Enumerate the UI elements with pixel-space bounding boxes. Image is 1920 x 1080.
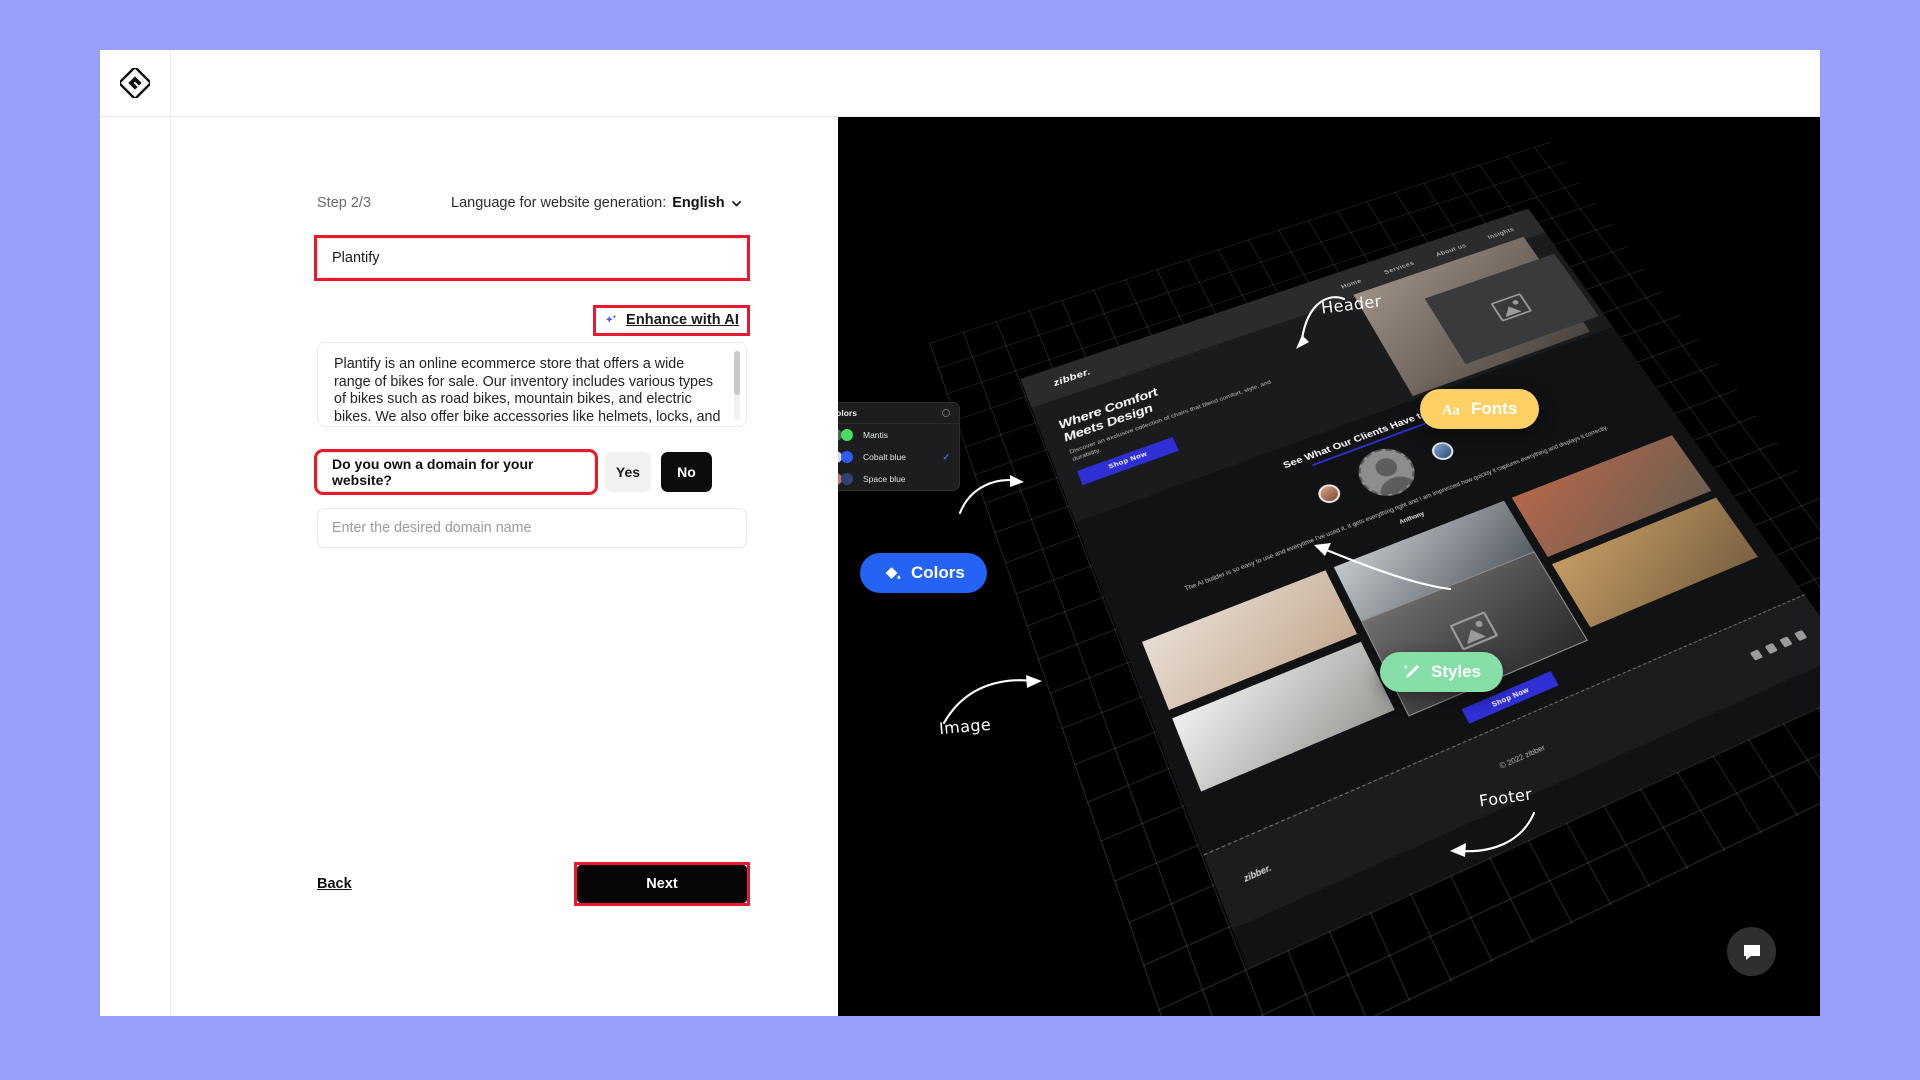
chevron-down-icon — [731, 200, 741, 206]
color-swatch — [838, 429, 854, 441]
colors-popup-title: Colors — [838, 408, 857, 418]
avatar — [1349, 441, 1425, 504]
site-name-input[interactable] — [317, 238, 747, 278]
step-label: Step 2/3 — [317, 195, 372, 211]
domain-name-input[interactable] — [317, 508, 747, 548]
chat-button[interactable] — [1727, 927, 1776, 976]
color-option-label: Cobalt blue — [863, 452, 907, 462]
preview-panel: zibber. Home Services About us Insights … — [838, 117, 1820, 1016]
step-row: Step 2/3 Language for website generation… — [317, 193, 747, 213]
language-value: English — [672, 195, 725, 211]
mockup-footer-brand: zibber. — [1242, 864, 1273, 885]
fonts-pill-button[interactable]: Aa Fonts — [1420, 389, 1540, 429]
nav-item-services[interactable]: Services — [1382, 259, 1415, 275]
domain-yes-button[interactable]: Yes — [605, 452, 651, 492]
form-panel: Step 2/3 Language for website generation… — [171, 117, 838, 1016]
magic-pen-icon — [1403, 664, 1420, 678]
close-dot-icon[interactable] — [942, 409, 950, 417]
youtube-icon[interactable] — [1793, 629, 1807, 641]
domain-no-button[interactable]: No — [661, 452, 712, 492]
styles-pill-label: Styles — [1431, 662, 1482, 681]
color-swatch — [838, 473, 854, 485]
next-button-highlight: Next — [574, 862, 750, 906]
nav-item-insights[interactable]: Insights — [1486, 226, 1516, 240]
color-option-label: Mantis — [863, 430, 889, 440]
description-field[interactable]: Plantify is an online ecommerce store th… — [317, 342, 747, 427]
domain-question-label: Do you own a domain for your website? — [314, 449, 598, 495]
chat-bubble-icon — [1743, 944, 1760, 960]
enhance-with-ai-button[interactable]: Enhance with AI — [593, 305, 750, 336]
svg-text:Aa: Aa — [1442, 402, 1460, 418]
app-logo[interactable] — [100, 50, 171, 117]
domain-question-row: Do you own a domain for your website? Ye… — [314, 449, 747, 495]
annotation-arrow-left — [958, 475, 1024, 515]
color-option-space-blue[interactable]: Space blue — [838, 468, 959, 490]
enhance-with-ai-label: Enhance with AI — [626, 312, 739, 328]
instagram-icon[interactable] — [1764, 642, 1778, 654]
next-button[interactable]: Next — [577, 865, 747, 903]
back-button[interactable]: Back — [317, 876, 352, 892]
image-placeholder-icon — [1449, 611, 1499, 651]
app-window: Step 2/3 Language for website generation… — [100, 50, 1820, 1016]
paint-bucket-icon — [885, 567, 901, 580]
description-text: Plantify is an online ecommerce store th… — [334, 356, 721, 425]
language-label: Language for website generation: — [451, 195, 667, 211]
annotation-arrow-footer — [1450, 811, 1536, 857]
color-swatch — [838, 451, 854, 463]
sparkle-icon — [605, 314, 617, 323]
color-option-label: Space blue — [863, 474, 906, 484]
colors-pill-button[interactable]: Colors — [860, 553, 987, 593]
image-placeholder-icon — [1490, 293, 1533, 322]
aa-typography-icon: Aa — [1442, 402, 1460, 418]
mockup-footer-copyright: © 2022 zibber — [1498, 743, 1547, 771]
diamond-logo-icon — [120, 68, 150, 98]
enhance-row: Enhance with AI — [317, 305, 750, 336]
site-name-field-highlight — [314, 235, 750, 281]
annotation-arrow-header — [1296, 296, 1346, 349]
annotation-arrow-image — [942, 675, 1042, 725]
check-icon: ✓ — [942, 451, 950, 462]
styles-pill-button[interactable]: Styles — [1380, 652, 1504, 692]
nav-item-about-us[interactable]: About us — [1434, 242, 1467, 258]
fonts-pill-label: Fonts — [1471, 399, 1518, 418]
colors-popup-header: Colors — [838, 403, 959, 424]
description-scrollbar-thumb[interactable] — [734, 351, 740, 395]
mockup-brand: zibber. — [1052, 367, 1093, 389]
color-option-mantis[interactable]: Mantis — [838, 424, 959, 446]
colors-popup: Colors Mantis Cobalt blue ✓ Space blue — [838, 402, 960, 491]
form-footer-actions: Back Next — [317, 862, 750, 906]
twitter-icon[interactable] — [1749, 648, 1763, 661]
top-bar — [100, 50, 1820, 117]
color-option-cobalt-blue[interactable]: Cobalt blue ✓ — [838, 446, 959, 468]
pinterest-icon[interactable] — [1779, 635, 1793, 648]
colors-pill-label: Colors — [911, 563, 965, 582]
avatar — [1314, 481, 1344, 506]
mockup-footer-social — [1749, 629, 1807, 661]
domain-question-text: Do you own a domain for your website? — [332, 456, 534, 488]
sidebar-rail — [100, 117, 171, 1016]
avatar — [1428, 439, 1458, 463]
annotation-arrow-right — [1314, 543, 1452, 591]
language-selector[interactable]: Language for website generation: English — [451, 195, 742, 211]
